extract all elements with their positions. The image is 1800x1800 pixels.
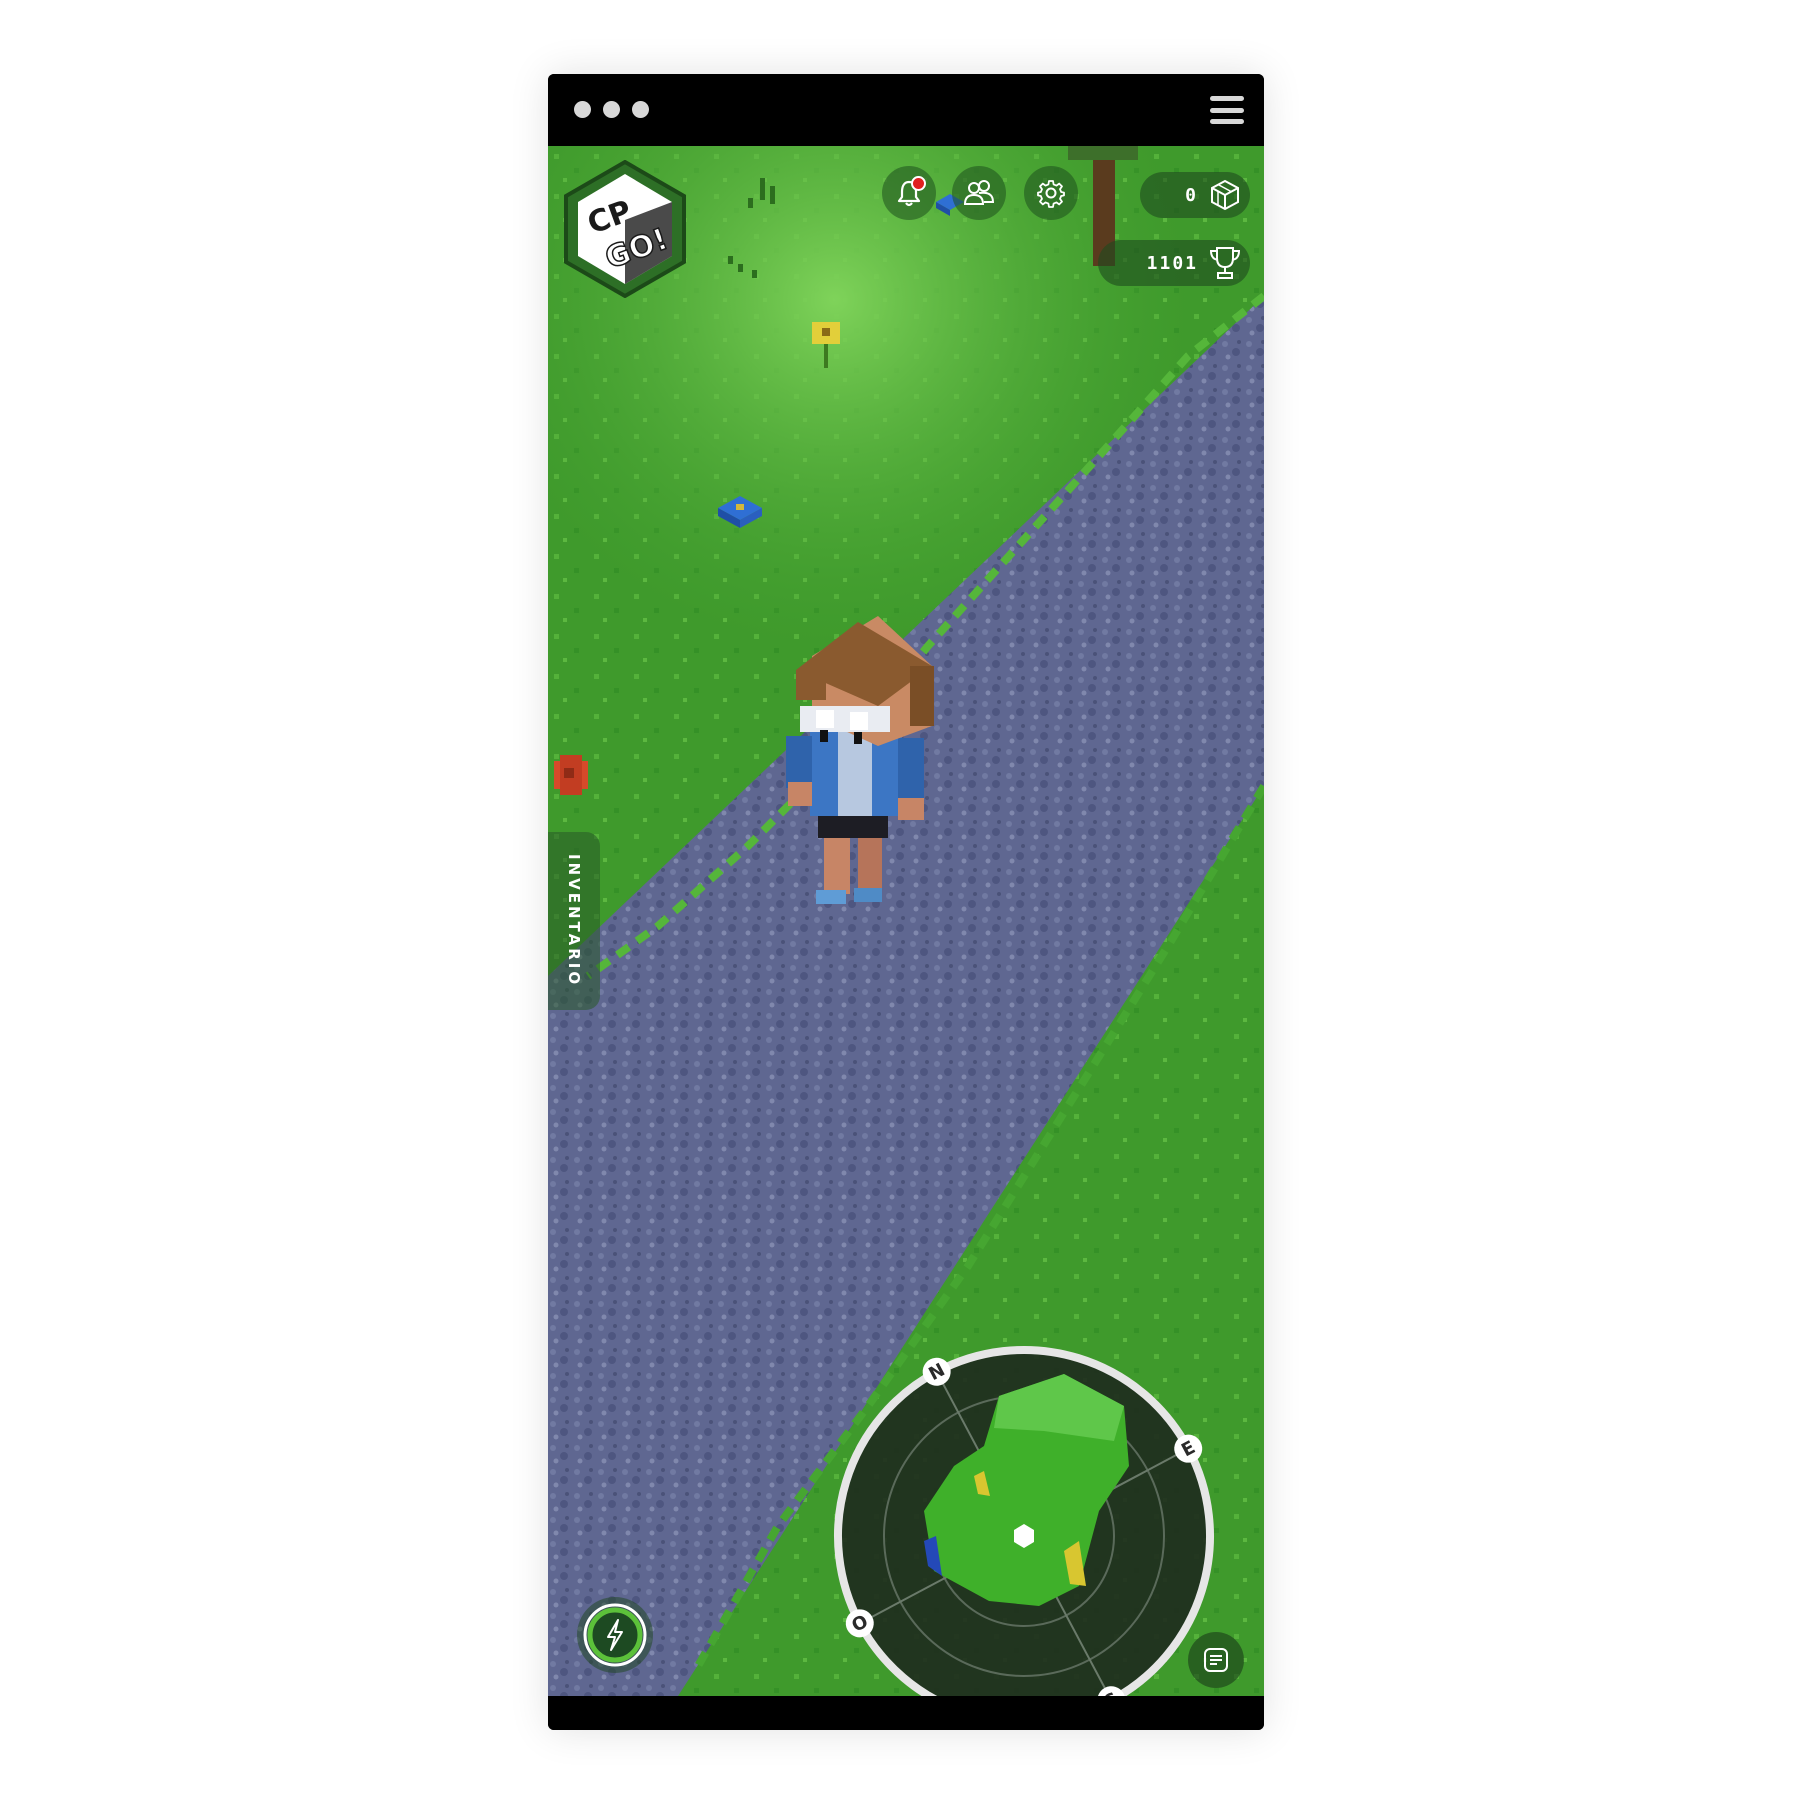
trophy-counter[interactable]: 1101 xyxy=(1098,240,1250,286)
people-icon xyxy=(963,180,995,205)
notes-icon xyxy=(1204,1648,1228,1672)
window-controls xyxy=(574,101,649,118)
game-viewport[interactable]: CP GO! 0 1101 INVENTARIO N E O xyxy=(548,146,1264,1696)
window-titlebar xyxy=(548,74,1264,146)
cube-icon xyxy=(1211,179,1239,211)
window-dot[interactable] xyxy=(603,101,620,118)
settings-button[interactable] xyxy=(1024,166,1078,220)
window-dot[interactable] xyxy=(574,101,591,118)
friends-button[interactable] xyxy=(952,166,1006,220)
trophy-count: 1101 xyxy=(1146,252,1198,274)
window-dot[interactable] xyxy=(632,101,649,118)
trophy-icon xyxy=(1209,247,1241,279)
inventory-tab[interactable]: INVENTARIO xyxy=(548,832,600,1010)
notification-button[interactable] xyxy=(882,166,936,220)
notification-dot xyxy=(911,176,926,191)
red-flower[interactable] xyxy=(554,755,588,795)
notes-button[interactable] xyxy=(1188,1632,1244,1688)
gear-icon xyxy=(1037,180,1065,208)
window-bottom-bar xyxy=(548,1696,1264,1730)
compass-minimap[interactable]: N E S O xyxy=(824,1336,1224,1696)
inventory-tab-label: INVENTARIO xyxy=(565,854,583,988)
cp-go-logo[interactable]: CP GO! xyxy=(562,160,688,298)
cubes-count: 0 xyxy=(1185,184,1198,206)
hamburger-icon[interactable] xyxy=(1210,96,1244,124)
phone-frame: CP GO! 0 1101 INVENTARIO N E O xyxy=(548,74,1264,1730)
power-button[interactable] xyxy=(576,1596,654,1674)
cubes-counter[interactable]: 0 xyxy=(1140,172,1250,218)
